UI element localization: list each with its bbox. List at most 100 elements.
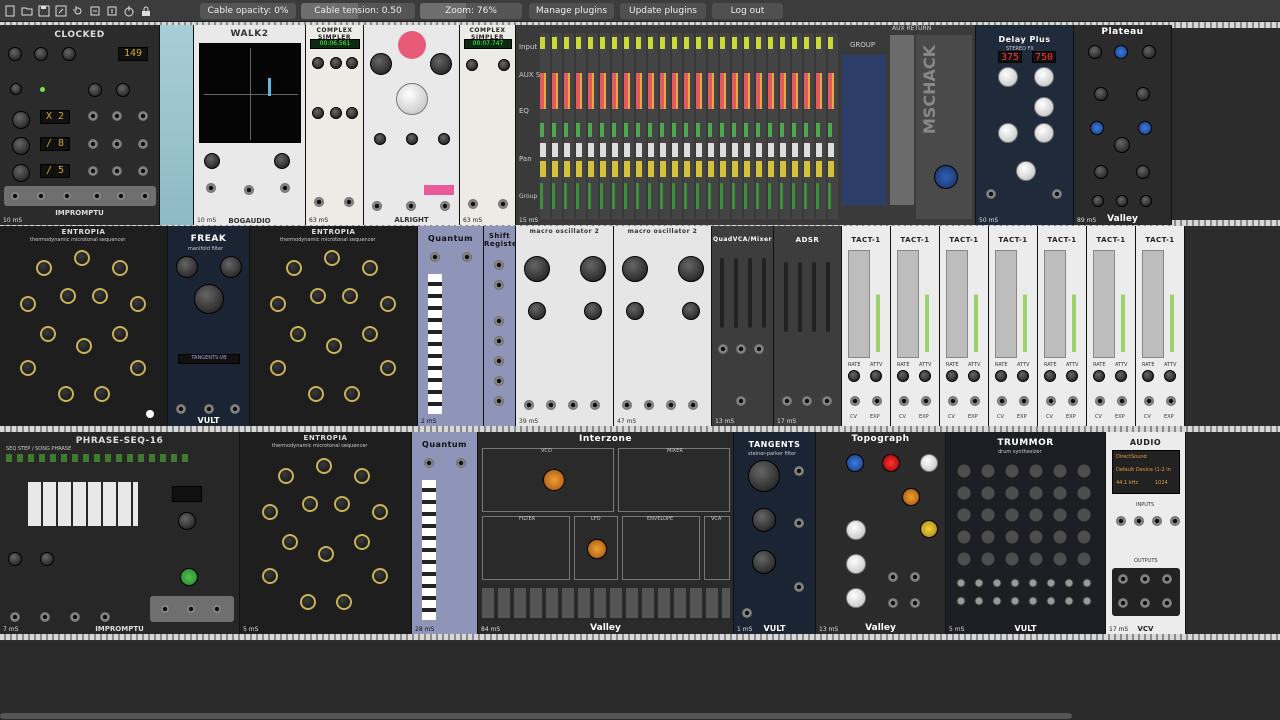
timbre-knob[interactable] <box>528 302 546 320</box>
end-knob[interactable] <box>346 107 358 119</box>
drive-knob[interactable] <box>220 256 242 278</box>
out-jack[interactable] <box>344 197 354 207</box>
step-node[interactable] <box>278 468 294 484</box>
quantum-module[interactable]: Quantum 2 mS <box>418 226 484 426</box>
tact-1-module[interactable]: TACT-1 RATE ATTV CV EXP <box>940 226 989 426</box>
delay3-jack[interactable] <box>138 166 148 176</box>
step-node[interactable] <box>130 360 146 376</box>
start-knob[interactable] <box>346 57 358 69</box>
ratio-knob-2[interactable] <box>12 137 30 155</box>
step-node[interactable] <box>372 568 388 584</box>
mod-rate-knob[interactable] <box>1092 195 1104 207</box>
tact-1-module[interactable]: TACT-1 RATE ATTV CV EXP <box>1136 226 1185 426</box>
ratio-knob-3[interactable] <box>12 164 30 182</box>
run-jack[interactable] <box>70 612 80 622</box>
tangents-module[interactable]: TANGENTS steiner-parker filter VULT 1 mS <box>734 432 816 634</box>
step-node[interactable] <box>270 296 286 312</box>
reverb-low-knob[interactable] <box>1094 165 1108 179</box>
step-node[interactable] <box>40 326 56 342</box>
env-knob[interactable] <box>312 107 324 119</box>
output-jack[interactable] <box>1118 598 1128 608</box>
audio-module[interactable]: AUDIO DirectSound Default Device (1-2 in… <box>1106 432 1186 634</box>
trummor-module[interactable]: TRUMMOR drum synthesizer VULT 5 mS <box>946 432 1106 634</box>
save-icon[interactable] <box>37 4 51 18</box>
input-jack[interactable] <box>1134 516 1144 526</box>
exp-jack[interactable] <box>872 396 882 406</box>
macro-oscillator-module[interactable]: macro oscillator 2 47 mS <box>614 226 712 426</box>
redo-icon[interactable] <box>105 4 119 18</box>
in-jack[interactable] <box>742 608 752 618</box>
attv-knob[interactable] <box>1066 370 1078 382</box>
tact-1-module[interactable]: TACT-1 RATE ATTV CV EXP <box>1087 226 1136 426</box>
seq-jack[interactable] <box>10 612 20 622</box>
reverb-high-knob[interactable] <box>1136 165 1150 179</box>
adsr-module[interactable]: ADSR 17 mS <box>774 226 842 426</box>
cv-jack[interactable] <box>1046 396 1056 406</box>
cutoff-knob[interactable] <box>748 460 780 492</box>
step-node[interactable] <box>324 250 340 266</box>
scrollbar-thumb[interactable] <box>0 713 1072 719</box>
out-jack[interactable] <box>440 201 450 211</box>
fader-d[interactable] <box>762 258 766 328</box>
reset-button[interactable] <box>8 47 22 61</box>
decay-fader[interactable] <box>798 262 802 332</box>
timbre-knob[interactable] <box>626 302 644 320</box>
step-node[interactable] <box>20 296 36 312</box>
frequency-knob[interactable] <box>622 256 648 282</box>
cv-jack[interactable] <box>1095 396 1105 406</box>
tempo-knob[interactable] <box>846 454 864 472</box>
bpm-out-jack[interactable] <box>62 191 72 201</box>
quadvca-mixer-module[interactable]: QuadVCA/Mixer 13 mS <box>712 226 774 426</box>
in-jack[interactable] <box>986 189 996 199</box>
out-jack[interactable] <box>468 199 478 209</box>
interzone-module[interactable]: Interzone VCO MIXER FILTER LFO ENVELOPE … <box>478 432 734 634</box>
step-node[interactable] <box>262 504 278 520</box>
step-node[interactable] <box>262 568 278 584</box>
step-node[interactable] <box>302 496 318 512</box>
step-node[interactable] <box>270 360 286 376</box>
save-as-icon[interactable] <box>54 4 68 18</box>
acc-jack[interactable] <box>910 598 920 608</box>
master-volume-knob[interactable] <box>934 165 958 189</box>
gate1-button[interactable] <box>8 552 22 566</box>
step-node[interactable] <box>76 338 92 354</box>
time-knob[interactable] <box>998 67 1018 87</box>
exp-jack[interactable] <box>1117 396 1127 406</box>
rate-knob[interactable] <box>1142 370 1154 382</box>
out-jack[interactable] <box>314 197 324 207</box>
out-jack[interactable] <box>736 396 746 406</box>
step-node[interactable] <box>380 296 396 312</box>
cv-jack[interactable] <box>850 396 860 406</box>
exp-jack[interactable] <box>970 396 980 406</box>
feedback-knob[interactable] <box>1034 97 1054 117</box>
out-jack[interactable] <box>230 404 240 414</box>
cv-jack[interactable] <box>794 466 804 476</box>
output-jack[interactable] <box>1140 574 1150 584</box>
walk2-module[interactable]: WALK2 BOGAUDIO 10 mS <box>194 25 306 225</box>
run-button[interactable] <box>882 454 900 472</box>
zoom-slider[interactable]: Zoom: 76% <box>420 3 522 19</box>
morph-knob[interactable] <box>584 302 602 320</box>
cv-jack[interactable] <box>997 396 1007 406</box>
open-icon[interactable] <box>20 4 34 18</box>
step-node[interactable] <box>354 468 370 484</box>
chaos-knob[interactable] <box>846 588 866 608</box>
step-node[interactable] <box>354 534 370 550</box>
out-jack[interactable] <box>462 252 472 262</box>
wave-knob[interactable] <box>587 539 607 559</box>
complex-simpler-module[interactable]: COMPLEX SIMPLER 00:07.747 63 mS <box>460 25 516 225</box>
touch-strip[interactable] <box>897 250 919 358</box>
clk3-out-jack[interactable] <box>140 191 150 201</box>
pw3-jack[interactable] <box>112 166 122 176</box>
entropia-module[interactable]: ENTROPIA thermodynamic microtonal sequen… <box>0 226 168 426</box>
out-jack[interactable] <box>498 199 508 209</box>
reset-out-jack[interactable] <box>10 191 20 201</box>
pw2-jack[interactable] <box>112 139 122 149</box>
trig-jack[interactable] <box>524 400 534 410</box>
fader-a[interactable] <box>720 258 724 328</box>
main-knob[interactable] <box>396 83 428 115</box>
cv-jack[interactable] <box>899 396 909 406</box>
dry-knob[interactable] <box>1088 45 1102 59</box>
new-icon[interactable] <box>3 4 17 18</box>
lock-icon[interactable] <box>139 4 153 18</box>
